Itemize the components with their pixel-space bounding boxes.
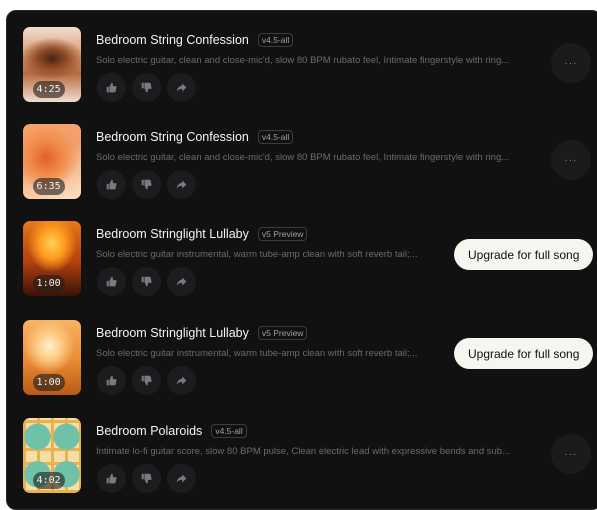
song-cover[interactable]: 1:00	[23, 221, 81, 296]
version-badge: v4.5-all	[257, 33, 294, 47]
share-arrow-icon	[176, 376, 187, 385]
thumbs-up-icon	[106, 82, 117, 93]
like-button[interactable]	[97, 170, 126, 199]
version-badge: v5 Preview	[257, 326, 308, 340]
share-button[interactable]	[167, 366, 196, 395]
thumbs-down-icon	[141, 179, 152, 190]
duration-badge: 4:02	[32, 472, 65, 489]
share-button[interactable]	[167, 464, 196, 493]
thumbs-up-icon	[106, 276, 117, 287]
thumbs-down-icon	[141, 375, 152, 386]
song-list-panel: 4:25 Bedroom String Confession v4.5-all …	[6, 10, 597, 510]
song-description: Solo electric guitar, clean and close-mi…	[96, 55, 510, 66]
duration-badge: 6:35	[32, 178, 65, 195]
share-arrow-icon	[176, 83, 187, 92]
more-horizontal-icon: ···	[564, 154, 578, 166]
song-title[interactable]: Bedroom Polaroids	[96, 424, 202, 438]
dislike-button[interactable]	[132, 170, 161, 199]
more-button[interactable]: ···	[551, 43, 591, 83]
share-button[interactable]	[167, 267, 196, 296]
duration-badge: 1:00	[32, 275, 65, 292]
dislike-button[interactable]	[132, 366, 161, 395]
thumbs-up-icon	[106, 375, 117, 386]
thumbs-down-icon	[141, 82, 152, 93]
song-row[interactable]: 1:00 Bedroom Stringlight Lullaby v5 Prev…	[7, 207, 597, 305]
song-description: Intimate lo-fi guitar score, slow 80 BPM…	[96, 446, 510, 457]
thumbs-up-icon	[106, 473, 117, 484]
like-button[interactable]	[97, 267, 126, 296]
song-actions	[97, 73, 196, 102]
song-row[interactable]: 4:02 Bedroom Polaroids v4.5-all Intimate…	[7, 404, 597, 502]
more-horizontal-icon: ···	[564, 448, 578, 460]
song-actions	[97, 366, 196, 395]
like-button[interactable]	[97, 366, 126, 395]
version-badge: v5 Preview	[257, 227, 308, 241]
like-button[interactable]	[97, 73, 126, 102]
more-button[interactable]: ···	[551, 140, 591, 180]
like-button[interactable]	[97, 464, 126, 493]
dislike-button[interactable]	[132, 464, 161, 493]
thumbs-down-icon	[141, 276, 152, 287]
song-row[interactable]: 1:00 Bedroom Stringlight Lullaby v5 Prev…	[7, 306, 597, 404]
duration-badge: 1:00	[32, 374, 65, 391]
upgrade-button[interactable]: Upgrade for full song	[454, 239, 594, 270]
version-badge: v4.5-all	[257, 130, 294, 144]
version-badge: v4.5-all	[211, 424, 247, 438]
song-actions	[97, 267, 196, 296]
thumbs-down-icon	[141, 473, 152, 484]
share-button[interactable]	[167, 170, 196, 199]
share-arrow-icon	[176, 180, 187, 189]
song-row[interactable]: 6:35 Bedroom String Confession v4.5-all …	[7, 110, 597, 208]
song-cover[interactable]: 6:35	[23, 124, 81, 199]
song-row[interactable]: 4:25 Bedroom String Confession v4.5-all …	[7, 13, 597, 111]
song-actions	[97, 170, 196, 199]
song-title[interactable]: Bedroom String Confession	[96, 130, 249, 144]
share-button[interactable]	[167, 73, 196, 102]
song-cover[interactable]: 4:02	[23, 418, 81, 493]
song-actions	[97, 464, 196, 493]
more-horizontal-icon: ···	[564, 57, 578, 69]
dislike-button[interactable]	[132, 267, 161, 296]
song-description: Solo electric guitar instrumental, warm …	[96, 348, 418, 359]
song-cover[interactable]: 1:00	[23, 320, 81, 395]
song-title[interactable]: Bedroom Stringlight Lullaby	[96, 326, 249, 340]
upgrade-button[interactable]: Upgrade for full song	[454, 338, 594, 369]
thumbs-up-icon	[106, 179, 117, 190]
song-cover[interactable]: 4:25	[23, 27, 81, 102]
dislike-button[interactable]	[132, 73, 161, 102]
more-button[interactable]: ···	[551, 434, 591, 474]
duration-badge: 4:25	[32, 81, 65, 98]
song-description: Solo electric guitar, clean and close-mi…	[96, 152, 510, 163]
song-title[interactable]: Bedroom Stringlight Lullaby	[96, 227, 249, 241]
share-arrow-icon	[176, 277, 187, 286]
share-arrow-icon	[176, 474, 187, 483]
song-title[interactable]: Bedroom String Confession	[96, 33, 249, 47]
song-description: Solo electric guitar instrumental, warm …	[96, 249, 418, 260]
